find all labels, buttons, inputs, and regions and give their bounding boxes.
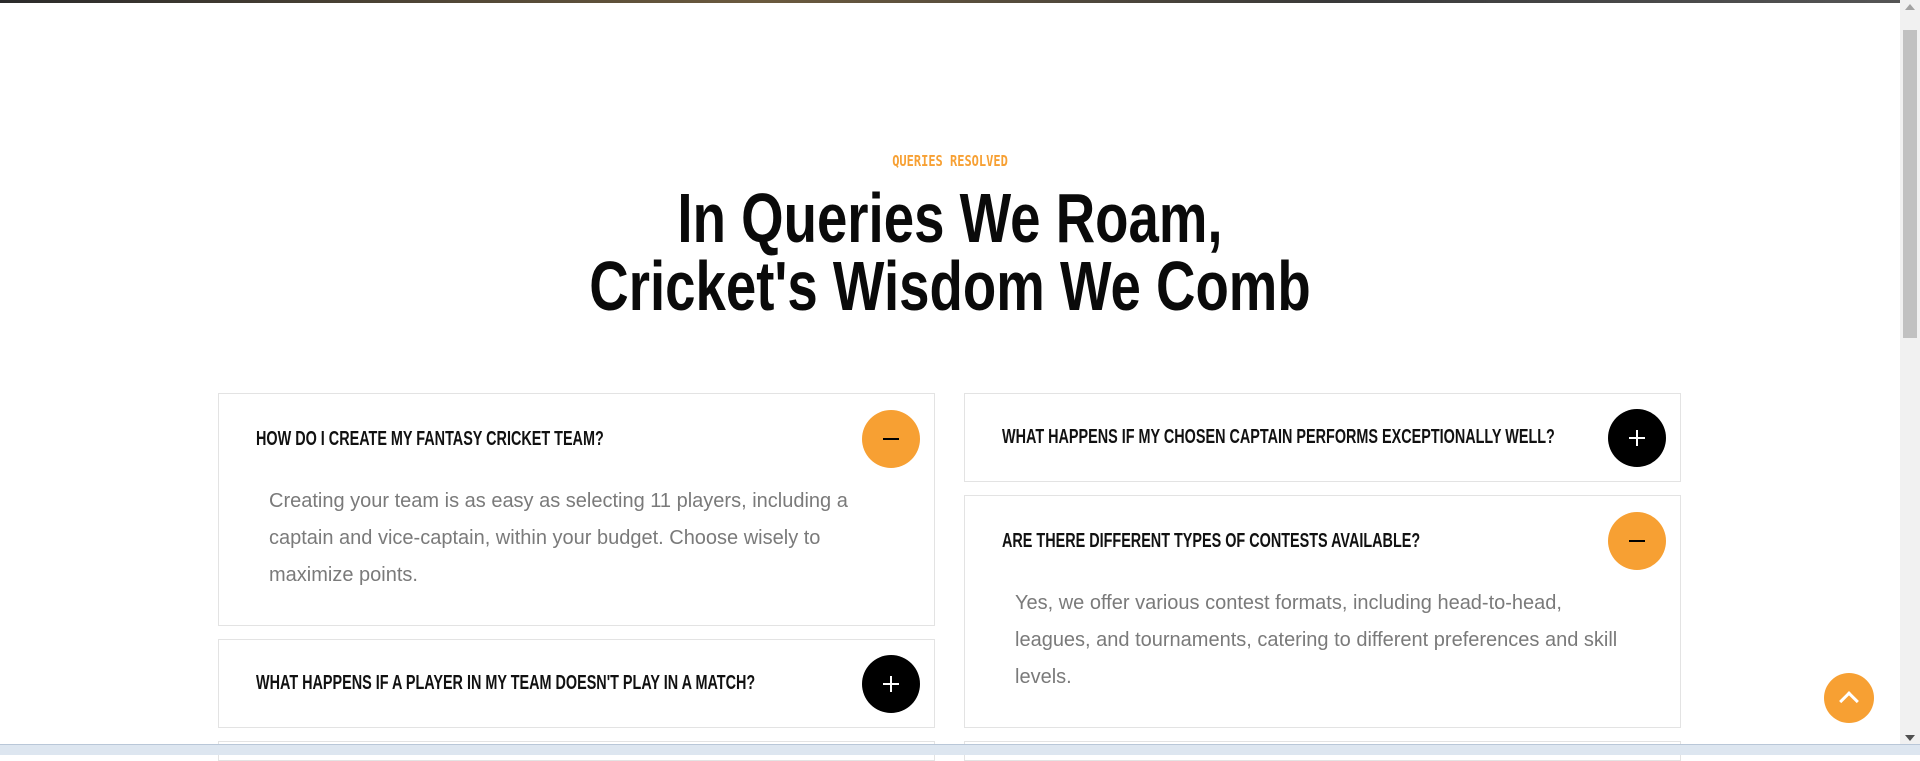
faq-item-captain-performance[interactable]: WHAT HAPPENS IF MY CHOSEN CAPTAIN PERFOR… — [964, 393, 1681, 482]
back-to-top-button[interactable] — [1824, 673, 1874, 723]
faq-toggle-button[interactable] — [862, 655, 920, 713]
faq-answer: Creating your team is as easy as selecti… — [269, 490, 848, 586]
section-heading: In Queries We Roam, Cricket's Wisdom We … — [0, 179, 1900, 325]
minus-icon — [1629, 540, 1645, 542]
plus-icon-vertical — [1636, 430, 1638, 446]
section-eyebrow: QUERIES RESOLVED — [892, 152, 1008, 170]
scroll-down-arrow-icon[interactable] — [1905, 735, 1915, 741]
faq-item-contest-types: ARE THERE DIFFERENT TYPES OF CONTESTS AV… — [964, 495, 1681, 728]
minus-icon — [883, 438, 899, 440]
faq-item-player-no-play[interactable]: WHAT HAPPENS IF A PLAYER IN MY TEAM DOES… — [218, 639, 935, 728]
faq-item-create-team: HOW DO I CREATE MY FANTASY CRICKET TEAM?… — [218, 393, 935, 626]
faq-question[interactable]: HOW DO I CREATE MY FANTASY CRICKET TEAM? — [256, 428, 604, 451]
faq-toggle-button[interactable] — [862, 410, 920, 468]
scroll-up-arrow-icon[interactable] — [1905, 4, 1915, 10]
faq-toggle-button[interactable] — [1608, 409, 1666, 467]
faq-question[interactable]: WHAT HAPPENS IF A PLAYER IN MY TEAM DOES… — [256, 672, 755, 695]
faq-toggle-button[interactable] — [1608, 512, 1666, 570]
section-heading-line-1: In Queries We Roam, — [677, 179, 1223, 257]
faq-question[interactable]: WHAT HAPPENS IF MY CHOSEN CAPTAIN PERFOR… — [1002, 426, 1555, 449]
section-heading-line-2: Cricket's Wisdom We Comb — [589, 247, 1311, 325]
hero-image-bottom-edge — [0, 0, 1900, 3]
page-scrollbar[interactable] — [1900, 0, 1920, 745]
chevron-up-icon — [1839, 691, 1859, 711]
faq-question[interactable]: ARE THERE DIFFERENT TYPES OF CONTESTS AV… — [1002, 530, 1420, 553]
window-bottom-edge — [0, 744, 1920, 755]
scrollbar-thumb[interactable] — [1903, 30, 1917, 338]
faq-answer: Yes, we offer various contest formats, i… — [1015, 592, 1618, 688]
plus-icon-vertical — [890, 676, 892, 692]
